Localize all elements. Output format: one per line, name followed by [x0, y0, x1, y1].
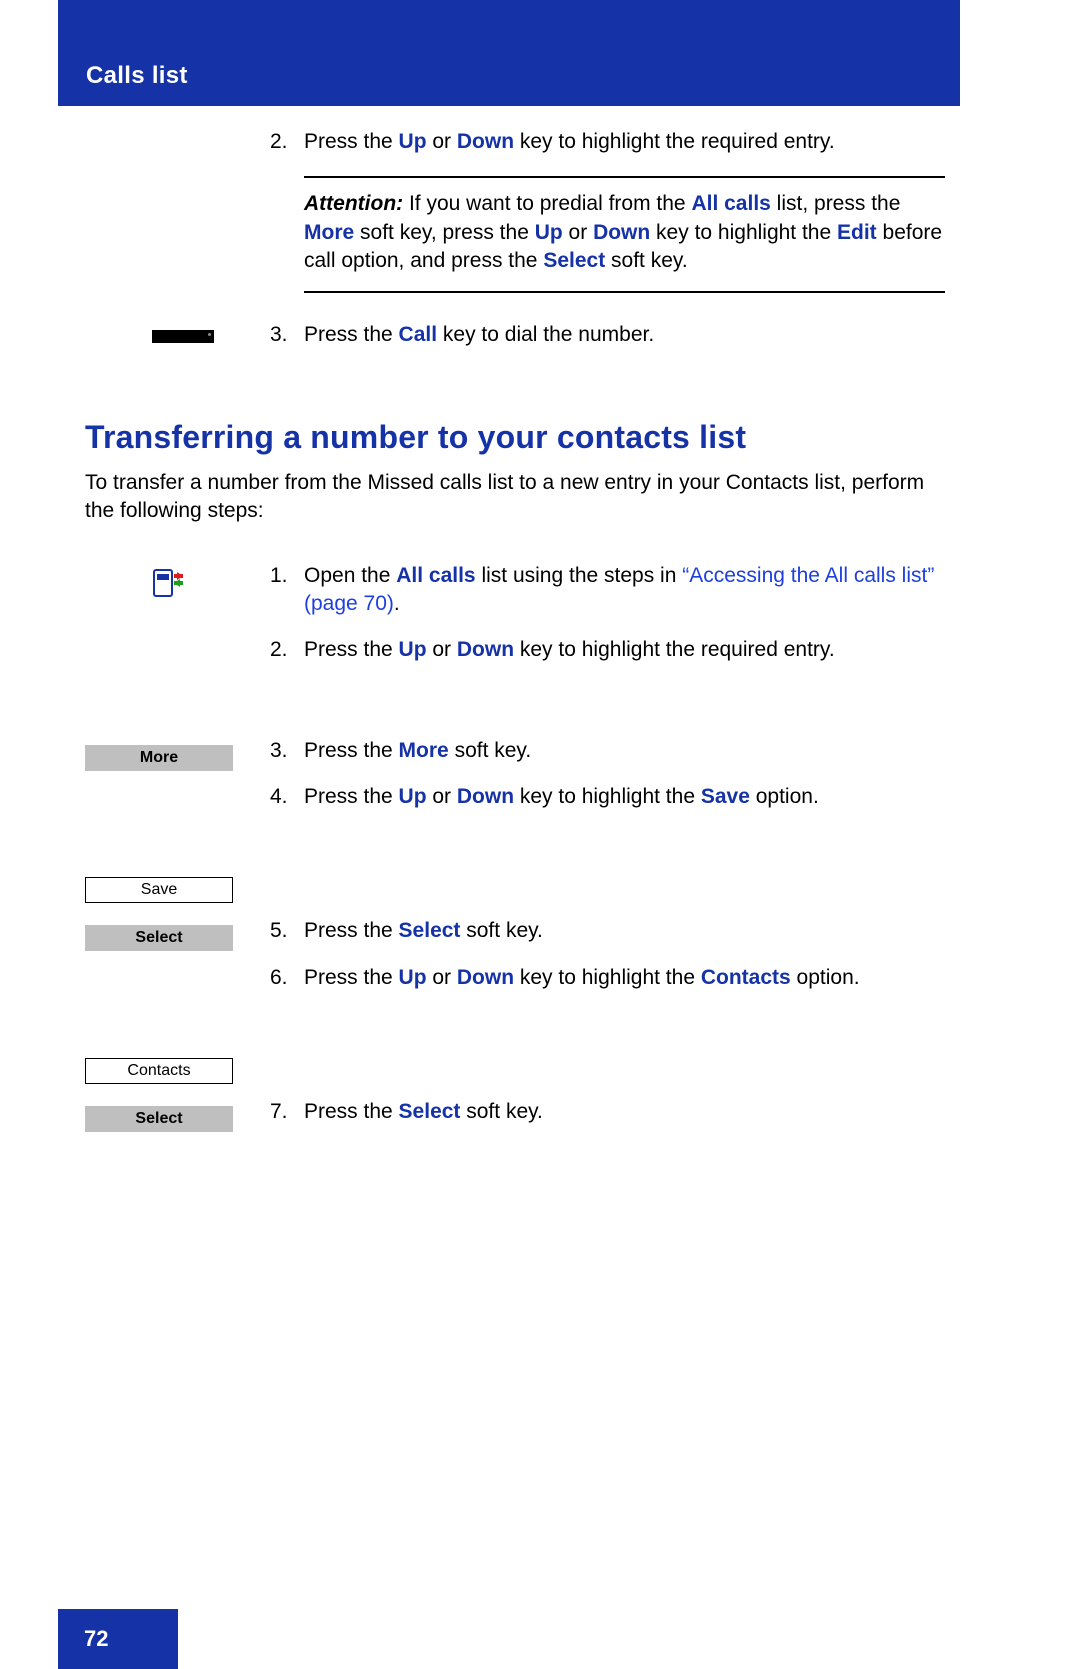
key-call: Call [399, 323, 438, 346]
edit-ref: Edit [837, 221, 877, 244]
list-item: 3. Press the More soft key. [270, 737, 945, 765]
step-row: More 3. Press the More soft key. 4. Pres… [85, 737, 945, 830]
list-item: 3. Press the Call key to dial the number… [270, 321, 945, 349]
step-row: 3. Press the Call key to dial the number… [85, 321, 945, 367]
section-heading: Transferring a number to your contacts l… [85, 416, 945, 459]
key-up: Up [399, 638, 427, 661]
header-bar: Calls list [58, 0, 960, 106]
key-up: Up [399, 785, 427, 808]
step-number: 2. [270, 636, 304, 664]
list-item: 1. Open the All calls list using the ste… [270, 562, 945, 619]
step-number: 1. [270, 562, 304, 619]
key-down: Down [457, 130, 514, 153]
step-row: Contacts [85, 1054, 945, 1084]
step-illustration-cell: Contacts [85, 1054, 270, 1084]
step-text: Press the Select soft key. [304, 917, 945, 945]
attention-note: Attention: If you want to predial from t… [304, 176, 945, 293]
manual-page: Calls list 2. Press the Up or Down key t… [0, 0, 1080, 1669]
softkey-more-icon: More [85, 745, 233, 771]
step-number: 3. [270, 321, 304, 349]
list-item: 5. Press the Select soft key. [270, 917, 945, 945]
page-content: 2. Press the Up or Down key to highlight… [85, 128, 945, 1144]
softkey-select-icon: Select [85, 925, 233, 951]
key-up: Up [399, 966, 427, 989]
key-up: Up [535, 221, 563, 244]
step-row: 1. Open the All calls list using the ste… [85, 562, 945, 683]
step-number: 5. [270, 917, 304, 945]
header-title: Calls list [86, 60, 188, 92]
list-item: 7. Press the Select soft key. [270, 1098, 945, 1126]
step-illustration-cell [85, 128, 270, 132]
step-row: Save [85, 873, 945, 903]
step-number: 2. [270, 128, 304, 156]
key-down: Down [457, 966, 514, 989]
key-down: Down [593, 221, 650, 244]
all-calls-ref: All calls [396, 564, 475, 587]
step-text: Press the More soft key. [304, 737, 945, 765]
option-contacts-ref: Contacts [701, 966, 791, 989]
step-illustration-cell: More [85, 737, 270, 771]
option-save-ref: Save [701, 785, 750, 808]
section-intro: To transfer a number from the Missed cal… [85, 469, 945, 526]
step-text: Press the Up or Down key to highlight th… [304, 783, 945, 811]
step-illustration-cell [85, 562, 270, 606]
softkey-select-ref: Select [399, 919, 461, 942]
softkey-select-ref: Select [399, 1100, 461, 1123]
softkey-more-ref: More [399, 739, 449, 762]
option-contacts-icon: Contacts [85, 1058, 233, 1084]
list-item: 6. Press the Up or Down key to highlight… [270, 964, 945, 992]
step-number: 6. [270, 964, 304, 992]
step-row: Select 7. Press the Select soft key. [85, 1098, 945, 1144]
page-number: 72 [58, 1609, 178, 1669]
call-key-icon [152, 330, 214, 343]
step-text: Press the Up or Down key to highlight th… [304, 128, 945, 156]
step-row: 2. Press the Up or Down key to highlight… [85, 128, 945, 313]
list-item: 2. Press the Up or Down key to highlight… [270, 636, 945, 664]
step-text: Press the Up or Down key to highlight th… [304, 964, 945, 992]
step-text: Press the Select soft key. [304, 1098, 945, 1126]
key-up: Up [399, 130, 427, 153]
option-save-icon: Save [85, 877, 233, 903]
step-illustration-cell: Select [85, 917, 270, 951]
step-number: 4. [270, 783, 304, 811]
list-item: 4. Press the Up or Down key to highlight… [270, 783, 945, 811]
step-row: Select 5. Press the Select soft key. 6. … [85, 917, 945, 1010]
key-down: Down [457, 785, 514, 808]
list-item: 2. Press the Up or Down key to highlight… [270, 128, 945, 156]
key-down: Down [457, 638, 514, 661]
step-number: 7. [270, 1098, 304, 1126]
select-ref: Select [543, 249, 605, 272]
softkey-select-icon: Select [85, 1106, 233, 1132]
step-text: Press the Up or Down key to highlight th… [304, 636, 945, 664]
step-number: 3. [270, 737, 304, 765]
contacts-icon [153, 568, 185, 606]
step-illustration-cell: Select [85, 1098, 270, 1132]
attention-label: Attention: [304, 192, 403, 215]
step-text: Open the All calls list using the steps … [304, 562, 945, 619]
step-text: Press the Call key to dial the number. [304, 321, 945, 349]
more-ref: More [304, 221, 354, 244]
all-calls-ref: All calls [691, 192, 770, 215]
step-illustration-cell: Save [85, 873, 270, 903]
step-illustration-cell [85, 321, 270, 343]
